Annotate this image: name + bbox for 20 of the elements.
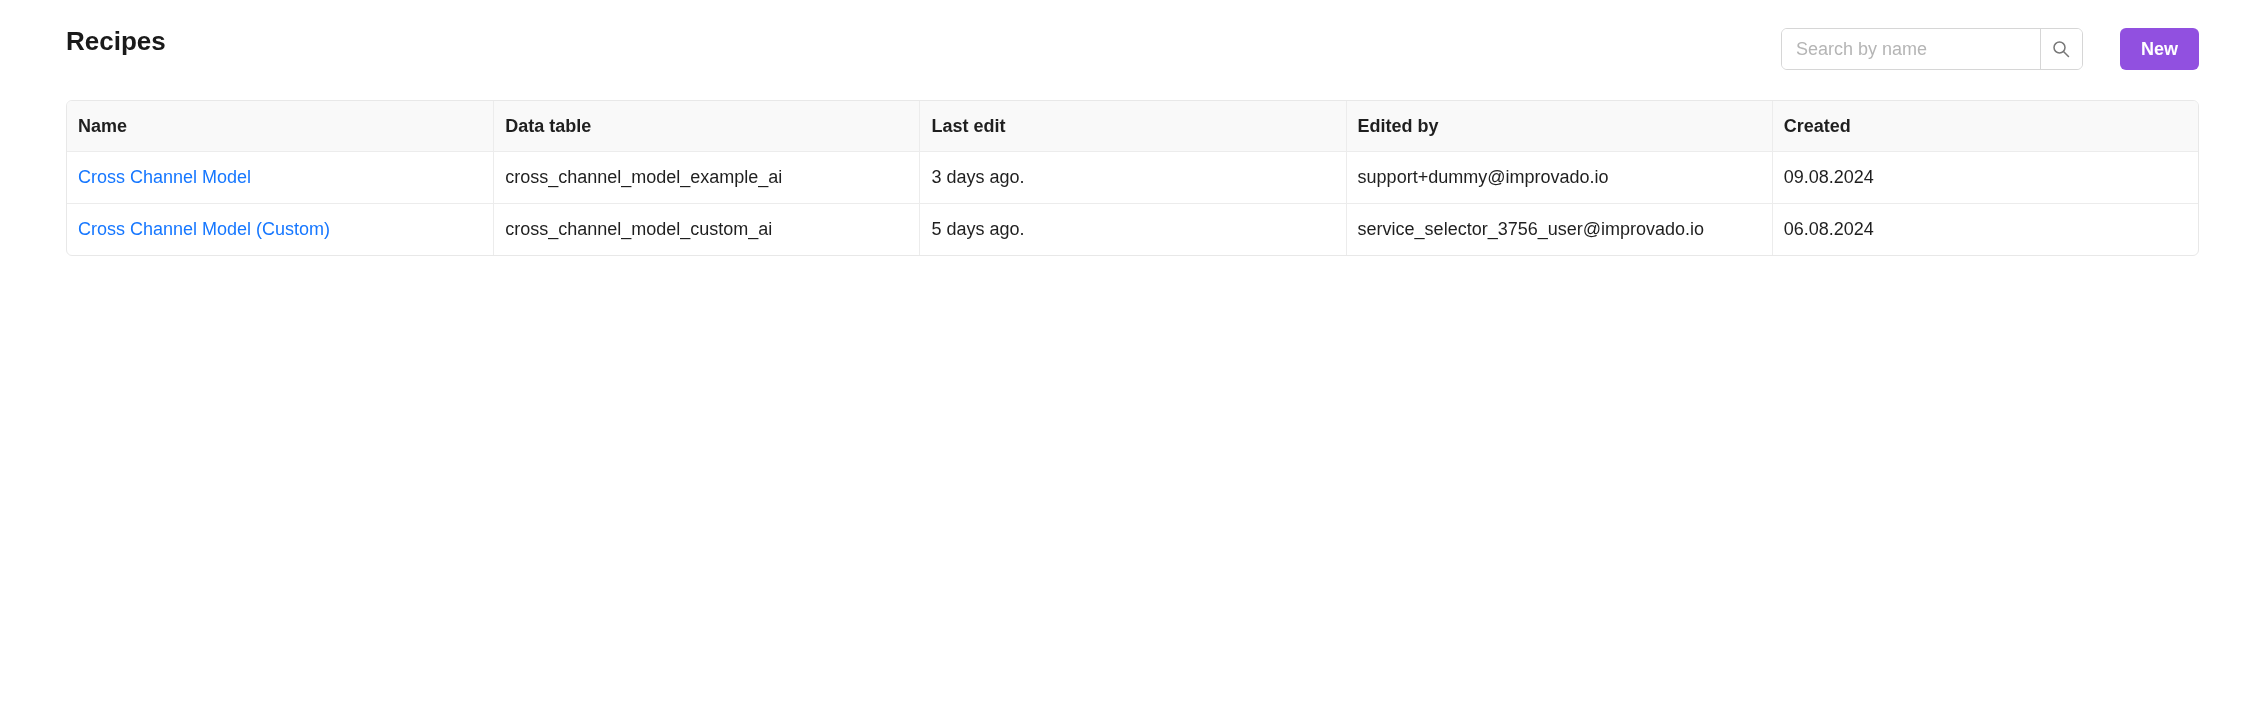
table-cell: support+dummy@improvado.io bbox=[1345, 152, 1772, 203]
table-cell: cross_channel_model_example_ai bbox=[493, 152, 920, 203]
recipe-link[interactable]: Cross Channel Model bbox=[78, 167, 252, 188]
new-button[interactable]: New bbox=[2120, 28, 2199, 70]
column-header: Data table bbox=[493, 101, 920, 151]
search-field[interactable]: Search by name bbox=[1781, 28, 2083, 70]
recipe-link[interactable]: Cross Channel Model (Custom) bbox=[78, 219, 331, 240]
column-header: Name bbox=[67, 101, 494, 151]
column-header: Edited by bbox=[1345, 101, 1772, 151]
table-cell: 3 days ago. bbox=[919, 152, 1346, 203]
table-cell: 09.08.2024 bbox=[1771, 152, 2198, 203]
table-cell: cross_channel_model_custom_ai bbox=[493, 204, 920, 255]
search-icon bbox=[2052, 40, 2071, 58]
search-button[interactable] bbox=[2040, 29, 2082, 69]
table-cell: 06.08.2024 bbox=[1771, 204, 2198, 255]
table-cell: 5 days ago. bbox=[919, 204, 1346, 255]
table-cell: service_selector_3756_user@improvado.io bbox=[1345, 204, 1772, 255]
page-title: Recipes bbox=[66, 26, 166, 57]
column-header: Created bbox=[1771, 101, 2198, 151]
column-header: Last edit bbox=[919, 101, 1346, 151]
